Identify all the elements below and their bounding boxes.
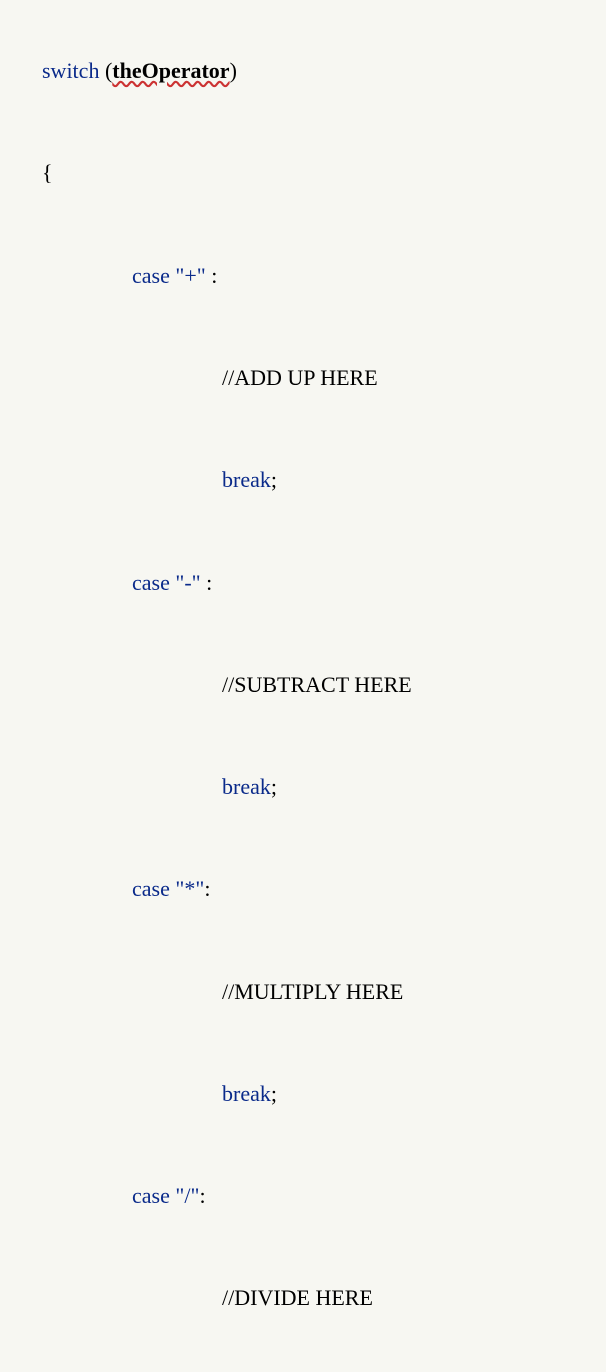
case-minus-line: case "-" : (20, 531, 586, 633)
case-mult-line: case "*": (20, 838, 586, 940)
comment-subtract: //SUBTRACT HERE (20, 634, 586, 736)
case-plus-line: case "+" : (20, 225, 586, 327)
case-keyword: case (132, 1183, 170, 1208)
open-paren: ( (99, 58, 112, 83)
comment-multiply: //MULTIPLY HERE (20, 941, 586, 1043)
case-minus-value: "-" (175, 570, 200, 595)
case-div-line: case "/": (20, 1145, 586, 1247)
close-paren: ) (230, 58, 237, 83)
comment-add: //ADD UP HERE (20, 327, 586, 429)
comment-divide: //DIVIDE HERE (20, 1247, 586, 1349)
switch-keyword: switch (42, 58, 99, 83)
case-keyword: case (132, 876, 170, 901)
open-brace-line: { (20, 122, 586, 224)
case-plus-value: "+" (175, 263, 205, 288)
switch-line: switch (theOperator) (20, 20, 586, 122)
break-mult: break; (20, 1043, 586, 1145)
case-keyword: case (132, 570, 170, 595)
case-div-value: "/" (175, 1183, 199, 1208)
break-minus: break; (20, 736, 586, 838)
open-brace: { (42, 160, 53, 185)
switch-identifier: theOperator (112, 58, 229, 83)
break-plus: break; (20, 429, 586, 531)
case-keyword: case (132, 263, 170, 288)
case-mult-value: "*" (175, 876, 204, 901)
break-div: break; (20, 1350, 586, 1372)
code-block: switch (theOperator) { case "+" : //ADD … (20, 20, 586, 1372)
